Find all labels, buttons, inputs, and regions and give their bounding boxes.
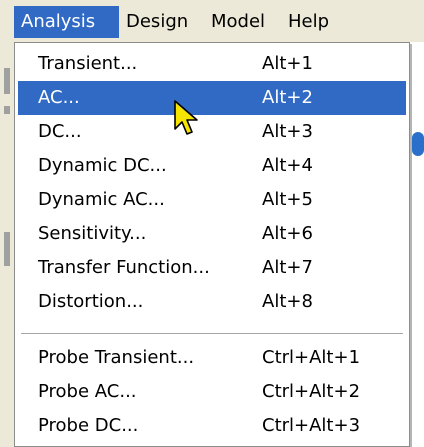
menu-item-shortcut: Ctrl+Alt+3 [262,415,361,436]
menu-item-sensitivity[interactable]: Sensitivity... Alt+6 [18,217,406,251]
menu-item-label: Probe DC... [38,415,139,436]
background-window-edge-left [0,42,14,447]
menu-design[interactable]: Design [119,6,203,38]
menu-item-label: Distortion... [38,291,144,312]
menu-item-shortcut: Alt+8 [262,291,313,312]
toolbar-fragment [4,232,10,266]
toolbar-fragment [4,106,10,114]
menu-bar: Analysis Design Model Help [0,0,424,43]
menu-item-ac[interactable]: AC... Alt+2 [18,81,406,115]
menu-item-label: Probe Transient... [38,347,195,368]
menu-item-label: Sensitivity... [38,223,147,244]
toolbar-icon [412,132,424,156]
menu-item-shortcut: Alt+5 [262,189,313,210]
menu-item-shortcut: Alt+7 [262,257,313,278]
menu-item-shortcut: Ctrl+Alt+1 [262,347,361,368]
menu-item-distortion[interactable]: Distortion... Alt+8 [18,285,406,319]
menu-separator [21,333,403,335]
menu-help[interactable]: Help [281,6,341,38]
toolbar-fragment [4,68,10,94]
menu-item-shortcut: Alt+6 [262,223,313,244]
menu-item-label: Dynamic DC... [38,155,167,176]
menu-item-dynamic-dc[interactable]: Dynamic DC... Alt+4 [18,149,406,183]
menu-item-transfer-function[interactable]: Transfer Function... Alt+7 [18,251,406,285]
menu-item-label: Transient... [38,53,138,74]
menu-item-label: DC... [38,121,82,142]
menu-item-shortcut: Alt+4 [262,155,313,176]
mouse-pointer-icon [174,100,198,135]
menu-item-label: Dynamic AC... [38,189,165,210]
menu-item-label: Probe AC... [38,381,137,402]
menu-item-dc[interactable]: DC... Alt+3 [18,115,406,149]
background-window-edge-right [410,42,424,447]
menu-item-shortcut: Alt+2 [262,87,313,108]
menu-item-shortcut: Alt+1 [262,53,313,74]
menu-item-probe-transient[interactable]: Probe Transient... Ctrl+Alt+1 [18,341,406,375]
menu-item-label: Transfer Function... [38,257,210,278]
menu-item-probe-ac[interactable]: Probe AC... Ctrl+Alt+2 [18,375,406,409]
menu-item-shortcut: Ctrl+Alt+2 [262,381,361,402]
menu-item-label: AC... [38,87,80,108]
menu-item-probe-dc[interactable]: Probe DC... Ctrl+Alt+3 [18,409,406,443]
menu-item-dynamic-ac[interactable]: Dynamic AC... Alt+5 [18,183,406,217]
menu-model[interactable]: Model [204,6,280,38]
analysis-dropdown-menu: Transient... Alt+1 AC... Alt+2 DC... Alt… [14,42,410,447]
menu-analysis[interactable]: Analysis [14,6,119,38]
menu-item-transient[interactable]: Transient... Alt+1 [18,47,406,81]
menu-item-shortcut: Alt+3 [262,121,313,142]
